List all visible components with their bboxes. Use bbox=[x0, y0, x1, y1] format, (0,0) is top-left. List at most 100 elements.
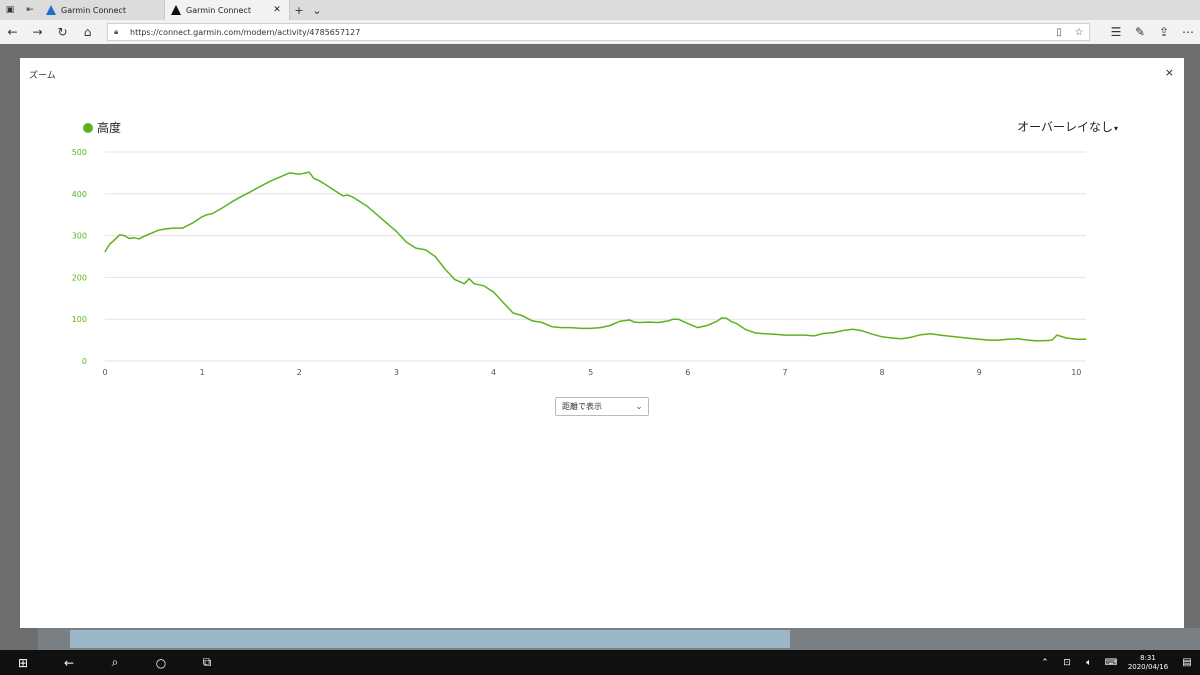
share-icon[interactable]: ⇪ bbox=[1152, 20, 1176, 44]
elevation-point bbox=[672, 318, 674, 320]
new-tab-icon[interactable]: + bbox=[290, 4, 308, 17]
elevation-point bbox=[803, 334, 805, 336]
elevation-point bbox=[1066, 337, 1068, 339]
elevation-point bbox=[1017, 338, 1019, 340]
home-icon[interactable]: ⌂ bbox=[75, 20, 100, 44]
elevation-point bbox=[288, 172, 291, 174]
more-icon[interactable]: ⋯ bbox=[1176, 20, 1200, 44]
elevation-point bbox=[148, 233, 150, 235]
favorite-star-icon[interactable]: ☆ bbox=[1069, 27, 1089, 38]
elevation-point bbox=[386, 222, 388, 224]
elevation-point bbox=[322, 182, 325, 184]
favorites-icon[interactable]: ☰ bbox=[1104, 20, 1128, 44]
elevation-point bbox=[201, 216, 203, 218]
elevation-series-line bbox=[104, 171, 1086, 342]
back-arrow-icon[interactable]: ← bbox=[46, 650, 92, 675]
chevron-down-icon: ⌄ bbox=[635, 401, 643, 412]
browser-tab-2[interactable]: Garmin Connect ✕ bbox=[165, 0, 290, 20]
y-tick-label: 0 bbox=[82, 357, 87, 366]
elevation-point bbox=[633, 321, 636, 323]
tab-title: Garmin Connect bbox=[61, 5, 126, 15]
browser-tab-1[interactable]: Garmin Connect bbox=[40, 0, 165, 20]
elevation-point bbox=[716, 320, 718, 322]
network-icon[interactable]: ⊡ bbox=[1056, 658, 1078, 668]
elevation-point bbox=[444, 268, 446, 270]
elevation-point bbox=[157, 229, 159, 231]
overlay-label: オーバーレイなし bbox=[1017, 120, 1113, 134]
task-view-icon[interactable]: ⧉ bbox=[184, 650, 230, 675]
chevron-down-icon[interactable]: ⌄ bbox=[308, 4, 326, 17]
elevation-point bbox=[502, 301, 504, 304]
show-hidden-icons-icon[interactable]: ⌃ bbox=[1034, 658, 1056, 668]
elevation-point bbox=[813, 335, 815, 337]
elevation-point bbox=[512, 312, 514, 314]
x-tick-label: 6 bbox=[685, 368, 690, 377]
set-tabs-aside-icon[interactable]: ⇤ bbox=[20, 0, 40, 20]
close-tab-icon[interactable]: ✕ bbox=[271, 5, 283, 15]
axis-unit-select[interactable]: 距離で表示 ⌄ bbox=[555, 397, 649, 416]
close-icon[interactable]: × bbox=[1165, 66, 1174, 79]
elevation-point bbox=[313, 177, 315, 179]
keyboard-icon[interactable]: ⌨ bbox=[1100, 658, 1122, 668]
elevation-point bbox=[764, 333, 767, 335]
overlay-dropdown[interactable]: オーバーレイなし▾ bbox=[1017, 118, 1118, 135]
forward-icon[interactable]: → bbox=[25, 20, 50, 44]
notifications-icon[interactable]: ▤ bbox=[1174, 657, 1200, 668]
notes-pen-icon[interactable]: ✎ bbox=[1128, 20, 1152, 44]
elevation-point bbox=[153, 231, 155, 233]
taskbar-clock[interactable]: 8:31 2020/04/16 bbox=[1122, 654, 1174, 672]
elevation-point bbox=[308, 171, 310, 173]
elevation-point bbox=[988, 339, 990, 341]
elevation-point bbox=[298, 173, 300, 175]
x-tick-label: 1 bbox=[200, 368, 205, 377]
elevation-point bbox=[468, 278, 470, 280]
reading-view-icon[interactable]: ▯ bbox=[1049, 27, 1069, 38]
caret-down-icon: ▾ bbox=[1113, 124, 1118, 133]
elevation-point bbox=[405, 241, 407, 243]
garmin-logo-icon bbox=[46, 5, 56, 15]
background-pace-chart bbox=[70, 630, 790, 648]
system-tray: ⌃ ⊡ 🔈︎ ⌨ 8:31 2020/04/16 ▤ bbox=[1034, 650, 1200, 675]
browser-nav-bar: ← → ↻ ⌂ 🔒︎ https://connect.garmin.com/mo… bbox=[0, 20, 1200, 44]
chart-legend[interactable]: 高度 bbox=[83, 119, 121, 136]
elevation-point bbox=[332, 189, 334, 191]
y-tick-label: 200 bbox=[72, 273, 87, 282]
elevation-point bbox=[730, 321, 733, 323]
elevation-point bbox=[303, 172, 305, 174]
x-tick-label: 5 bbox=[588, 368, 593, 377]
elevation-point bbox=[182, 227, 184, 229]
elevation-chart[interactable]: 0 100 200 300 400 500 0 1 2 3 4 5 6 7 8 9 10 bbox=[60, 142, 1100, 382]
url-text: https://connect.garmin.com/modern/activi… bbox=[130, 27, 361, 37]
legend-dot-icon bbox=[83, 122, 93, 133]
elevation-point bbox=[211, 213, 213, 215]
elevation-point bbox=[667, 320, 669, 322]
elevation-point bbox=[138, 238, 140, 240]
elevation-point bbox=[434, 255, 436, 258]
y-tick-label: 300 bbox=[72, 232, 87, 241]
elevation-point bbox=[191, 222, 193, 224]
search-icon[interactable]: ⌕ bbox=[92, 650, 138, 675]
elevation-point bbox=[842, 329, 844, 332]
elevation-point bbox=[949, 335, 951, 337]
elevation-point bbox=[119, 234, 121, 236]
elevation-point bbox=[823, 332, 825, 334]
windows-start-icon[interactable]: ⊞ bbox=[0, 650, 46, 675]
address-bar[interactable]: 🔒︎ https://connect.garmin.com/modern/act… bbox=[107, 23, 1090, 41]
elevation-point bbox=[910, 336, 912, 338]
elevation-point bbox=[590, 327, 592, 329]
volume-icon[interactable]: 🔈︎ bbox=[1078, 658, 1100, 668]
elevation-point bbox=[998, 339, 1000, 341]
elevation-point bbox=[891, 337, 893, 339]
elevation-point bbox=[1085, 338, 1087, 340]
elevation-point bbox=[677, 318, 679, 320]
elevation-point bbox=[483, 285, 485, 287]
elevation-point bbox=[128, 237, 130, 240]
refresh-icon[interactable]: ↻ bbox=[50, 20, 75, 44]
elevation-point bbox=[628, 319, 631, 321]
zoom-modal: ズーム × 高度 オーバーレイなし▾ 0 100 200 300 400 500 0 1 2 3 4… bbox=[20, 58, 1184, 628]
back-icon[interactable]: ← bbox=[0, 20, 25, 44]
tab-actions-icon[interactable]: ▣ bbox=[0, 0, 20, 20]
elevation-point bbox=[735, 322, 737, 324]
cortana-circle-icon[interactable]: ○ bbox=[138, 650, 184, 675]
windows-taskbar: ⊞ ← ⌕ ○ ⧉ ⌃ ⊡ 🔈︎ ⌨ 8:31 2020/04/16 ▤ bbox=[0, 650, 1200, 675]
